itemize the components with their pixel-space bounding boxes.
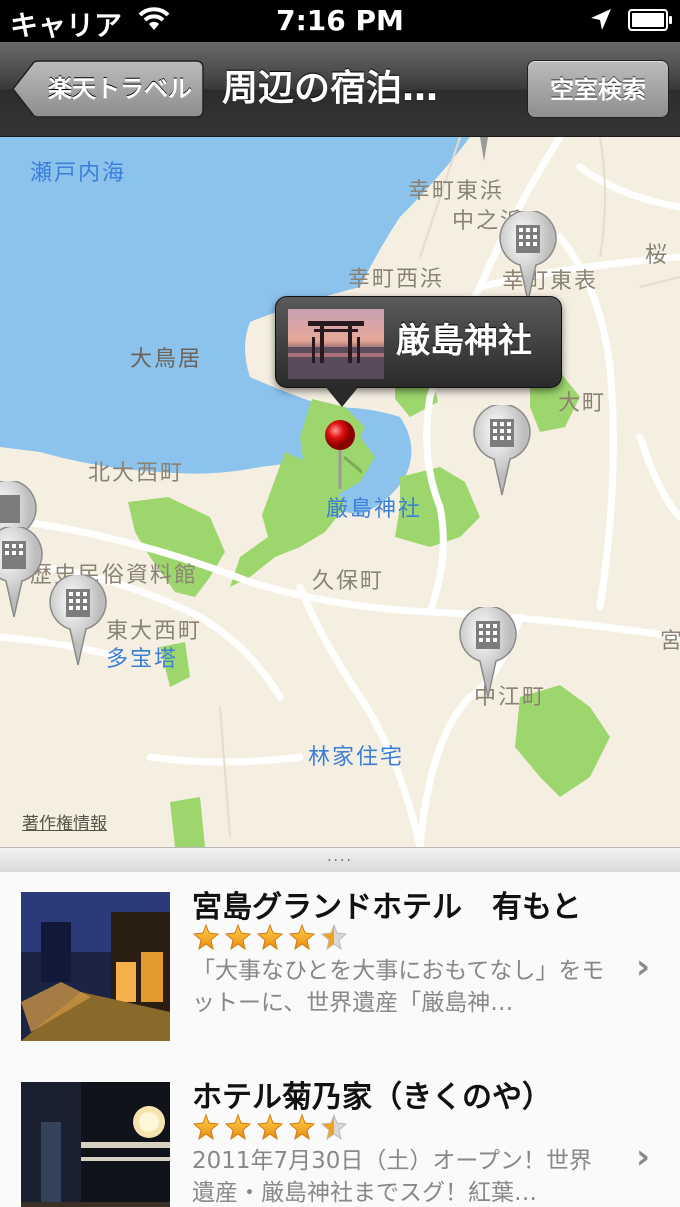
hotel-name: 宮島グランドホテル 有もと [192,890,582,925]
hotel-photo [21,1082,170,1207]
callout-tail [324,385,360,407]
battery-fill [632,13,665,27]
hotel-pin[interactable] [472,403,532,497]
copyright-link[interactable]: 著作権情報 [22,809,107,834]
callout-title: 厳島神社 [396,321,532,361]
map-label-sakura: 桜 [645,243,670,268]
map-label-saiwai-higashihama: 幸町東浜 [408,179,505,204]
vacancy-search-button[interactable]: 空室検索 [527,60,669,118]
hotel-photo [21,892,170,1041]
map-label-omachi: 大町 [558,391,607,416]
hotel-pin[interactable] [0,525,44,619]
hotel-rating [192,1113,352,1141]
map-label-tahoto: 多宝塔 [106,647,179,672]
map-label-seto: 瀬戸内海 [30,161,127,186]
clock: 7:16 PM [276,4,404,37]
star-rating-icon [192,923,348,951]
hotel-name: ホテル菊乃家（きくのや） [192,1080,552,1115]
battery-icon [628,9,672,31]
map-label-kita-onishi: 北大西町 [88,461,185,486]
status-bar: キャリア 7:16 PM [0,0,680,42]
hotel-rating [192,923,352,951]
map-label-hayashi: 林家住宅 [308,745,405,770]
map-view[interactable]: 瀬戸内海 幸町東浜 中之浜 幸町西浜 幸町東表 桜 大鳥居 大町 北大西町 厳島… [0,137,680,847]
chevron-right-icon: › [636,947,651,987]
map-label-otorii: 大鳥居 [130,347,203,372]
map-label-miya: 宮 [660,629,680,654]
location-pin-icon[interactable] [322,417,369,497]
back-button[interactable]: 楽天トラベル [12,60,204,118]
hotel-pin[interactable] [48,573,108,667]
star-rating-icon [192,1113,348,1141]
callout-thumbnail [288,309,384,379]
drawer-handle[interactable]: .... [0,847,680,873]
hotel-description: 「大事なひとを大事におもてなし」をモットーに、世界遺産「厳島神… [192,958,605,1016]
hotel-list-item[interactable]: 宮島グランドホテル 有もと 「大事なひとを大事におもてなし」をモットーに、世界遺… [0,872,680,1063]
hotel-description: 2011年7月30日（土）オープン！世界遺産・厳島神社までスグ！紅葉… [192,1148,593,1206]
page-title: 周辺の宿泊… [222,68,439,109]
map-label-kubo: 久保町 [312,569,385,594]
hotel-list-item[interactable]: ホテル菊乃家（きくのや） 2011年7月30日（土）オープン！世界遺産・厳島神社… [0,1062,680,1207]
chevron-right-icon: › [636,1137,651,1177]
map-label-saiwai-nishihama: 幸町西浜 [348,267,445,292]
hotel-pin[interactable] [498,209,558,303]
location-arrow-icon [590,8,612,36]
back-button-label: 楽天トラベル [48,75,192,103]
navigation-bar: 楽天トラベル 周辺の宿泊… 空室検索 [0,42,680,137]
hotel-pin[interactable] [458,605,518,699]
map-callout[interactable]: 厳島神社 [275,296,562,407]
hotel-list[interactable]: 宮島グランドホテル 有もと 「大事なひとを大事におもてなし」をモットーに、世界遺… [0,872,680,1207]
